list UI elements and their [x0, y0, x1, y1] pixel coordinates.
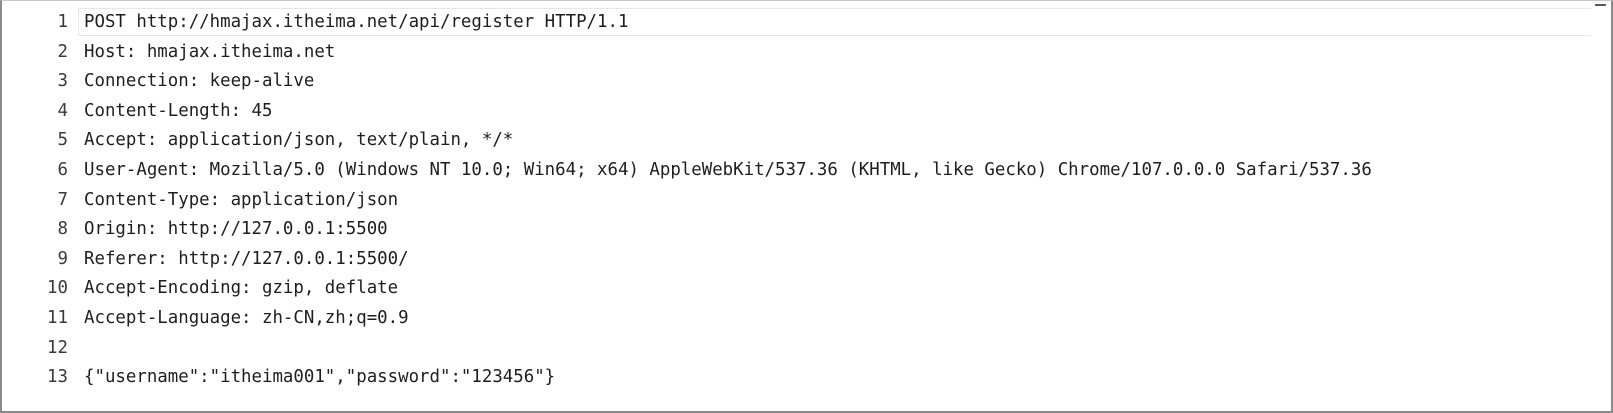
- line-text[interactable]: Host: hmajax.itheima.net: [84, 38, 335, 68]
- line-number: 12: [47, 337, 68, 358]
- http-request-viewer: 1 POST http://hmajax.itheima.net/api/reg…: [0, 0, 1613, 413]
- line-text[interactable]: User-Agent: Mozilla/5.0 (Windows NT 10.0…: [84, 156, 1372, 186]
- code-line-8[interactable]: 8 Origin: http://127.0.0.1:5500: [2, 215, 1592, 245]
- line-number: 4: [57, 100, 68, 121]
- code-line-9[interactable]: 9 Referer: http://127.0.0.1:5500/: [2, 245, 1592, 275]
- line-number: 3: [57, 71, 68, 92]
- code-line-5[interactable]: 5 Accept: application/json, text/plain, …: [2, 126, 1592, 156]
- line-number: 5: [57, 130, 68, 151]
- code-line-13[interactable]: 13 {"username":"itheima001","password":"…: [2, 363, 1592, 393]
- line-number: 11: [47, 307, 68, 328]
- scrollbar-thumb-icon[interactable]: [1595, 4, 1606, 6]
- line-number: 6: [57, 159, 68, 180]
- code-line-12[interactable]: 12: [2, 334, 1592, 364]
- code-line-6[interactable]: 6 User-Agent: Mozilla/5.0 (Windows NT 10…: [2, 156, 1592, 186]
- code-editor[interactable]: 1 POST http://hmajax.itheima.net/api/reg…: [2, 8, 1592, 393]
- line-number: 1: [57, 12, 68, 32]
- line-text[interactable]: Content-Type: application/json: [84, 186, 398, 216]
- line-text[interactable]: {"username":"itheima001","password":"123…: [84, 363, 555, 393]
- code-line-7[interactable]: 7 Content-Type: application/json: [2, 186, 1592, 216]
- line-number: 7: [57, 189, 68, 210]
- code-line-10[interactable]: 10 Accept-Encoding: gzip, deflate: [2, 274, 1592, 304]
- code-line-2[interactable]: 2 Host: hmajax.itheima.net: [2, 38, 1592, 68]
- line-text[interactable]: POST http://hmajax.itheima.net/api/regis…: [84, 8, 628, 38]
- code-line-11[interactable]: 11 Accept-Language: zh-CN,zh;q=0.9: [2, 304, 1592, 334]
- line-text[interactable]: Content-Length: 45: [84, 97, 272, 127]
- line-text[interactable]: Referer: http://127.0.0.1:5500/: [84, 245, 409, 275]
- line-number: 9: [57, 248, 68, 269]
- code-line-4[interactable]: 4 Content-Length: 45: [2, 97, 1592, 127]
- code-line-3[interactable]: 3 Connection: keep-alive: [2, 67, 1592, 97]
- vertical-scrollbar[interactable]: [1591, 4, 1609, 406]
- line-number: 8: [57, 219, 68, 240]
- line-text[interactable]: Accept: application/json, text/plain, */…: [84, 126, 513, 156]
- line-text[interactable]: Origin: http://127.0.0.1:5500: [84, 215, 388, 245]
- line-text[interactable]: Accept-Language: zh-CN,zh;q=0.9: [84, 304, 409, 334]
- line-text[interactable]: Accept-Encoding: gzip, deflate: [84, 274, 398, 304]
- code-line-1[interactable]: 1 POST http://hmajax.itheima.net/api/reg…: [2, 8, 1592, 38]
- line-number: 2: [57, 41, 68, 62]
- line-text[interactable]: Connection: keep-alive: [84, 67, 314, 97]
- line-number: 13: [47, 367, 68, 388]
- line-number: 10: [47, 278, 68, 299]
